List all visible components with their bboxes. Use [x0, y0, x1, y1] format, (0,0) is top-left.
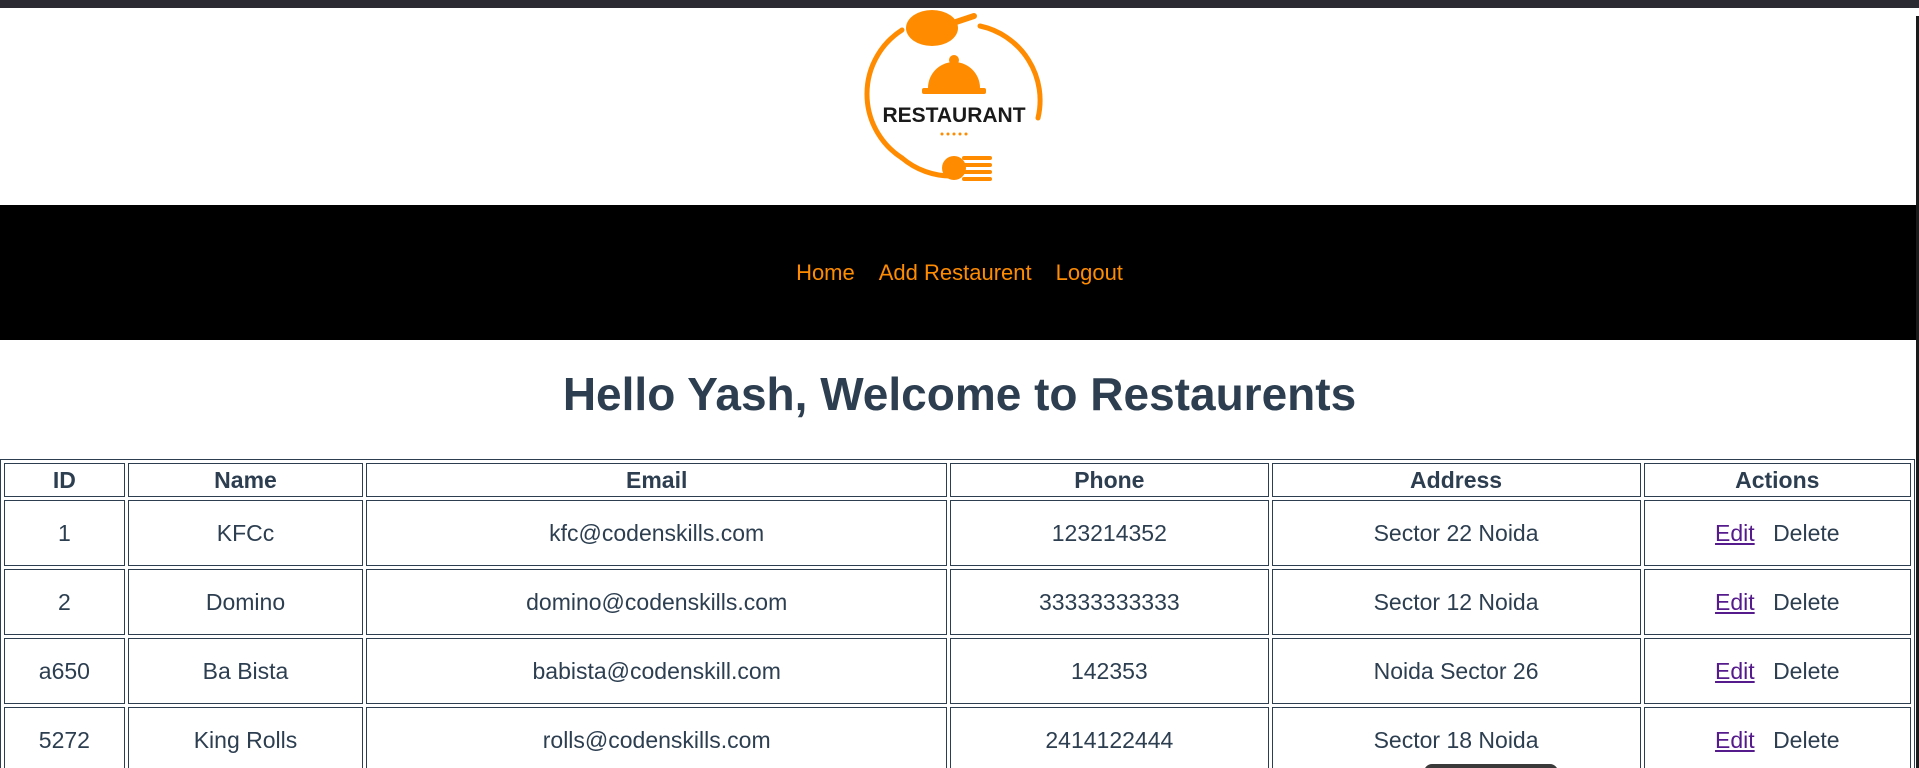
table-row: 2 Domino domino@codenskills.com 33333333… — [4, 569, 1911, 635]
cell-address: Sector 18 Noida — [1271, 707, 1641, 768]
cell-phone: 123214352 — [950, 500, 1269, 566]
header-id: ID — [4, 463, 125, 497]
browser-top-bar — [0, 0, 1919, 8]
fork-icon — [942, 156, 992, 181]
edit-link[interactable]: Edit — [1715, 658, 1755, 684]
header-name: Name — [127, 463, 364, 497]
main-nav: Home Add Restaurent Logout — [0, 205, 1919, 340]
cell-email: babista@codenskill.com — [366, 638, 948, 704]
header-email: Email — [366, 463, 948, 497]
cell-email: domino@codenskills.com — [366, 569, 948, 635]
header-address: Address — [1271, 463, 1641, 497]
logo-text: RESTAURANT — [882, 104, 1025, 127]
nav-home-link[interactable]: Home — [796, 260, 855, 286]
nav-logout-link[interactable]: Logout — [1056, 260, 1123, 286]
cell-phone: 2414122444 — [950, 707, 1269, 768]
header-actions: Actions — [1643, 463, 1911, 497]
nav-add-restaurant-link[interactable]: Add Restaurent — [879, 260, 1032, 286]
restaurant-table-container: ID Name Email Phone Address Actions 1 KF… — [0, 459, 1915, 768]
cell-id: a650 — [4, 638, 125, 704]
cell-actions: Edit Delete — [1643, 707, 1911, 768]
spoon-icon — [906, 10, 958, 46]
cell-address: Sector 12 Noida — [1271, 569, 1641, 635]
table-row: a650 Ba Bista babista@codenskill.com 142… — [4, 638, 1911, 704]
cell-id: 5272 — [4, 707, 125, 768]
table-row: 5272 King Rolls rolls@codenskills.com 24… — [4, 707, 1911, 768]
cell-name: Ba Bista — [127, 638, 364, 704]
cell-address: Sector 22 Noida — [1271, 500, 1641, 566]
restaurant-logo[interactable]: RESTAURANT — [862, 8, 1046, 188]
header-phone: Phone — [950, 463, 1269, 497]
edit-link[interactable]: Edit — [1715, 520, 1755, 546]
delete-button[interactable]: Delete — [1773, 520, 1839, 546]
delete-button[interactable]: Delete — [1773, 727, 1839, 753]
cell-name: KFCc — [127, 500, 364, 566]
cell-name: King Rolls — [127, 707, 364, 768]
cell-address: Noida Sector 26 — [1271, 638, 1641, 704]
cell-phone: 33333333333 — [950, 569, 1269, 635]
header: RESTAURANT — [0, 8, 1919, 205]
cell-actions: Edit Delete — [1643, 500, 1911, 566]
cell-actions: Edit Delete — [1643, 638, 1911, 704]
page: RESTAURANT Home Add Restaurent Logout He… — [0, 8, 1919, 768]
cell-actions: Edit Delete — [1643, 569, 1911, 635]
table-row: 1 KFCc kfc@codenskills.com 123214352 Sec… — [4, 500, 1911, 566]
table-header-row: ID Name Email Phone Address Actions — [4, 463, 1911, 497]
cell-name: Domino — [127, 569, 364, 635]
delete-button[interactable]: Delete — [1773, 589, 1839, 615]
delete-button[interactable]: Delete — [1773, 658, 1839, 684]
cell-phone: 142353 — [950, 638, 1269, 704]
cell-id: 1 — [4, 500, 125, 566]
cell-id: 2 — [4, 569, 125, 635]
page-title: Hello Yash, Welcome to Restaurents — [562, 368, 1357, 420]
cell-email: rolls@codenskills.com — [366, 707, 948, 768]
bottom-overlay-tab[interactable] — [1424, 764, 1558, 768]
restaurant-table: ID Name Email Phone Address Actions 1 KF… — [0, 459, 1915, 768]
edit-link[interactable]: Edit — [1715, 727, 1755, 753]
edit-link[interactable]: Edit — [1715, 589, 1755, 615]
cell-email: kfc@codenskills.com — [366, 500, 948, 566]
logo-dots — [940, 132, 968, 136]
